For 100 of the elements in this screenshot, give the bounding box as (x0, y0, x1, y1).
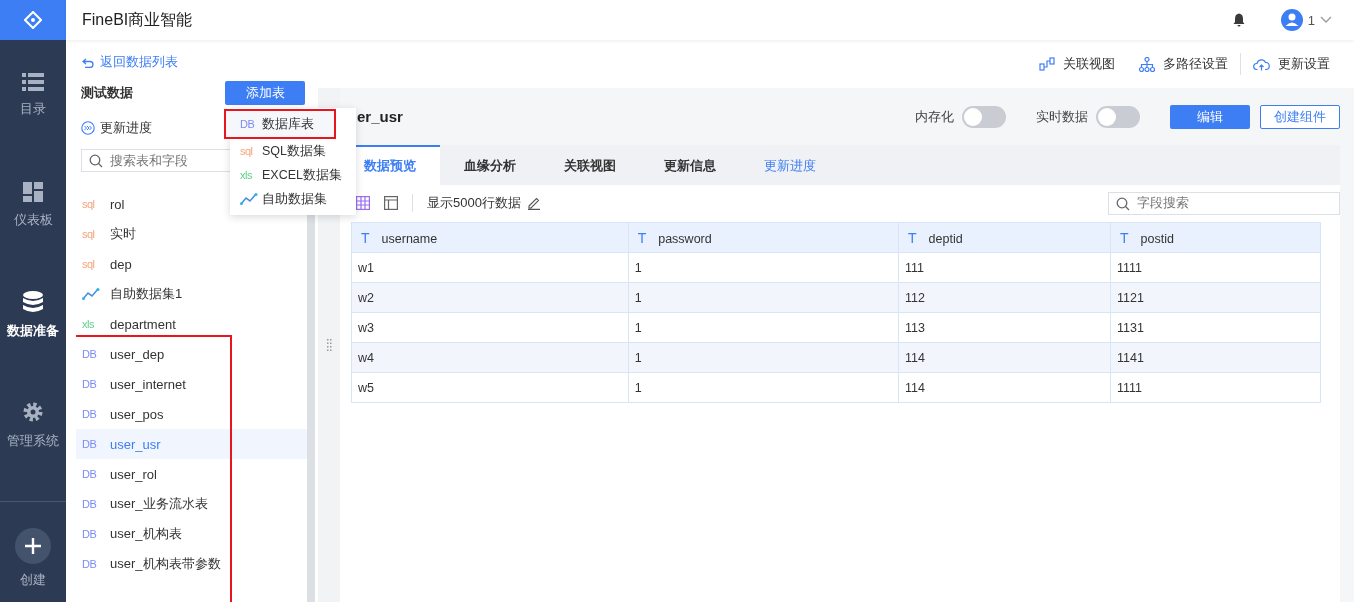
table-list-item[interactable]: xls department (76, 309, 307, 339)
sql-badge-icon: sql (82, 198, 100, 210)
line-chart-icon (82, 288, 100, 300)
back-link[interactable]: 返回数据列表 (82, 54, 178, 71)
column-header: T postid (1110, 222, 1321, 253)
db-badge-icon: DB (82, 348, 100, 360)
table-cell: 1131 (1110, 312, 1321, 343)
table-cell: 1111 (1110, 372, 1321, 403)
edit-button[interactable]: 编辑 (1170, 104, 1250, 129)
app-title: FineBI商业智能 (82, 9, 193, 30)
menu-item[interactable]: 自助数据集 (230, 187, 356, 211)
cloud-upload-icon[interactable] (1253, 57, 1270, 71)
chevron-down-icon[interactable] (1320, 16, 1332, 24)
excel-badge-icon: xls (82, 318, 100, 330)
user-menu[interactable]: 1 (1280, 9, 1332, 31)
table-list-item[interactable]: DB user_internet (76, 369, 307, 399)
toggle-switch[interactable] (962, 105, 1006, 128)
table-list-item[interactable]: DB user_业务流水表 (76, 489, 307, 519)
db-badge-icon: DB (240, 118, 258, 130)
table-cell: 1 (628, 282, 899, 313)
table-list-item[interactable]: sql dep (76, 249, 307, 279)
table-cell: w5 (351, 372, 629, 403)
table-list-item[interactable]: DB user_pos (76, 399, 307, 429)
hierarchy-icon[interactable] (1139, 56, 1155, 72)
table-list-item[interactable]: DB user_机构表带参数 (76, 549, 307, 579)
table-cell: 1 (628, 342, 899, 373)
bell-icon[interactable] (1232, 13, 1245, 27)
grid-view-icon[interactable] (356, 196, 370, 210)
toolbar-button[interactable]: 多路径设置 (1127, 55, 1240, 73)
table-list-item[interactable]: sql 实时 (76, 219, 307, 249)
db-badge-icon: DB (82, 498, 100, 510)
edit-icon[interactable] (526, 196, 541, 210)
table-list-item[interactable]: DB user_机构表 (76, 519, 307, 549)
menu-item[interactable]: DB 数据库表 (224, 109, 336, 139)
db-badge-icon: DB (82, 468, 100, 480)
table-cell: w1 (351, 252, 629, 283)
table-list-item[interactable]: DB user_usr (76, 429, 307, 459)
table-cell: 1141 (1110, 342, 1321, 373)
table-cell: 112 (898, 282, 1111, 313)
tab[interactable]: 更新信息 (640, 145, 740, 185)
nav-item[interactable]: 数据准备 (0, 260, 66, 370)
tab-link[interactable]: 更新进度 (740, 145, 840, 185)
layout-icon[interactable] (384, 196, 398, 210)
row-count-label: 显示5000行数据 (427, 194, 521, 212)
sql-badge-icon: sql (82, 258, 100, 270)
switch-label: 实时数据 (1036, 107, 1088, 126)
table-cell: w3 (351, 312, 629, 343)
package-title: 测试数据 (81, 84, 133, 102)
database-icon[interactable] (23, 290, 43, 313)
table-name: er_usr (357, 108, 403, 125)
table-list-item[interactable]: 自助数据集1 (76, 279, 307, 309)
create-component-button[interactable]: 创建组件 (1260, 104, 1340, 129)
create-label: 创建 (20, 572, 46, 589)
toggle-switch[interactable] (1096, 105, 1140, 128)
tab[interactable]: 关联视图 (540, 145, 640, 185)
column-header: T username (351, 222, 629, 253)
add-table-button[interactable]: 添加表 (225, 81, 305, 105)
field-search-field[interactable]: 字段搜索 (1108, 191, 1340, 215)
back-arrow-icon[interactable] (82, 57, 94, 68)
column-header: T password (628, 222, 899, 253)
table-cell: 114 (898, 372, 1111, 403)
table-list-item[interactable]: DB user_dep (76, 339, 307, 369)
table-cell: w4 (351, 342, 629, 373)
table-cell: 1 (628, 372, 899, 403)
db-badge-icon: DB (82, 528, 100, 540)
plus-icon[interactable] (24, 537, 42, 555)
table-cell: w2 (351, 282, 629, 313)
table-cell: 1 (628, 312, 899, 343)
list-icon[interactable] (22, 72, 44, 91)
dashboard-icon[interactable] (23, 181, 43, 202)
toolbar-button[interactable]: 更新设置 (1241, 55, 1342, 73)
table-cell: 1 (628, 252, 899, 283)
search-icon[interactable] (89, 154, 103, 168)
table-cell: 111 (898, 252, 1111, 283)
settings-icon[interactable] (22, 400, 44, 423)
table-cell: 114 (898, 342, 1111, 373)
table-cell: 1121 (1110, 282, 1321, 313)
table-list-item[interactable]: DB user_rol (76, 459, 307, 489)
nav-item[interactable]: 仪表板 (0, 150, 66, 260)
db-badge-icon: DB (82, 378, 100, 390)
table-cell: 113 (898, 312, 1111, 343)
excel-badge-icon: xls (240, 169, 258, 181)
column-header: T deptid (898, 222, 1111, 253)
db-badge-icon: DB (82, 438, 100, 450)
line-chart-icon (240, 193, 258, 205)
relation-icon[interactable] (1039, 57, 1055, 71)
switch-label: 内存化 (915, 107, 954, 126)
progress-icon[interactable] (81, 121, 95, 135)
nav-item[interactable]: 目录 (0, 40, 66, 150)
db-badge-icon: DB (82, 408, 100, 420)
update-progress-link[interactable]: 更新进度 (81, 119, 152, 137)
search-icon[interactable] (1116, 196, 1130, 211)
table-cell: 1111 (1110, 252, 1321, 283)
drag-handle-icon[interactable] (326, 339, 332, 351)
nav-item[interactable]: 管理系统 (0, 370, 66, 480)
toolbar-button[interactable]: 关联视图 (1027, 55, 1127, 73)
tab[interactable]: 血缘分析 (440, 145, 540, 185)
logo-icon[interactable] (0, 0, 66, 40)
sql-badge-icon: sql (82, 228, 100, 240)
create-button[interactable] (15, 528, 51, 564)
